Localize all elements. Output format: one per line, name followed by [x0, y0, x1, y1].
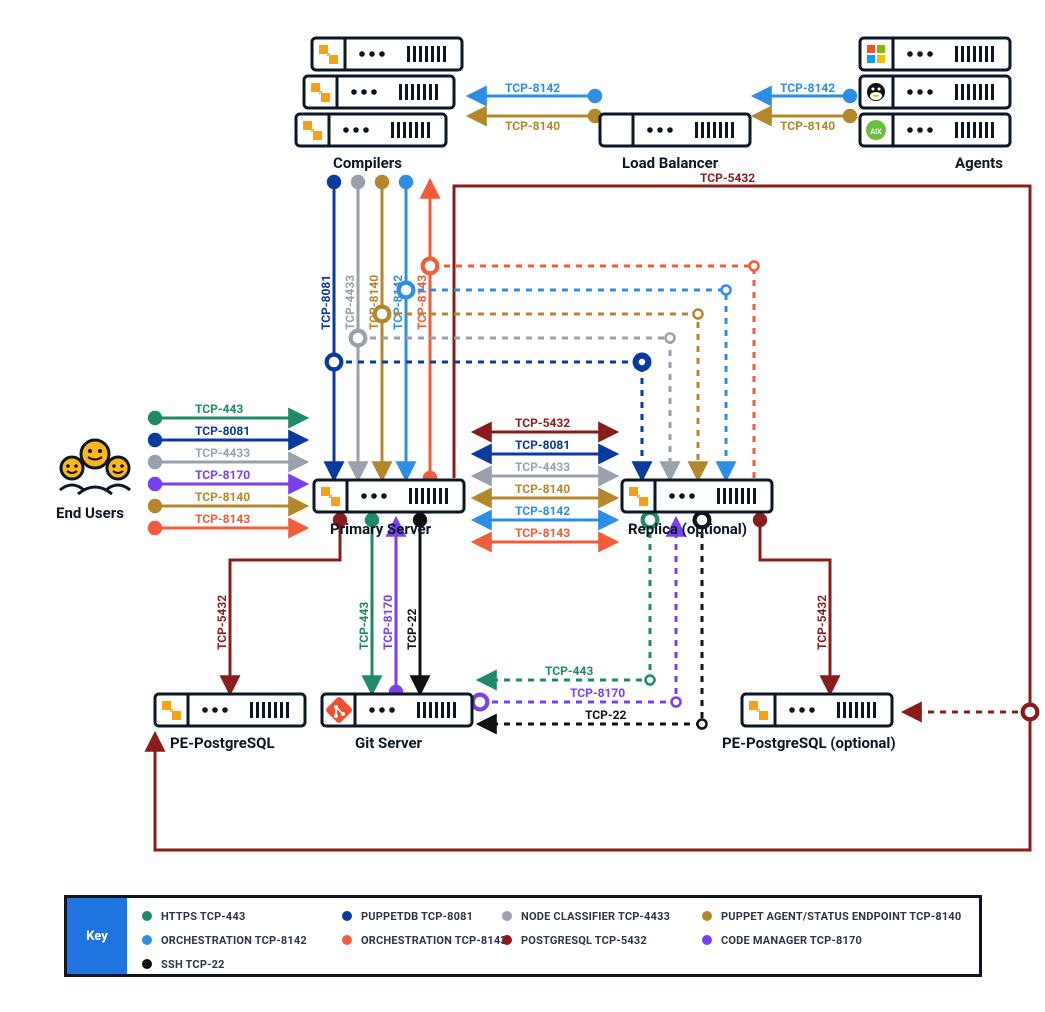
legend-item-label: SSH TCP-22 — [161, 958, 225, 971]
edge-label: TCP-8143 — [515, 526, 570, 540]
aix-icon: AIX — [866, 120, 886, 140]
pe-postgresql-left-node: PE-PostgreSQL — [155, 694, 305, 752]
pe-postgresql-right-node: PE-PostgreSQL (optional) — [722, 694, 896, 752]
edge-label: TCP-8081 — [515, 438, 570, 452]
edge-label: TCP-8142 — [505, 81, 560, 95]
end-users-node: End Users — [56, 440, 130, 522]
edge-label: TCP-5432 — [515, 416, 570, 430]
edge-label: TCP-22 — [585, 708, 626, 722]
legend-item-label: ORCHESTRATION TCP-8142 — [161, 934, 307, 947]
node-label: PE-PostgreSQL — [170, 734, 275, 752]
node-label: End Users — [56, 504, 124, 522]
edge-label: TCP-22 — [405, 609, 419, 650]
edge-label: TCP-8140 — [195, 490, 250, 504]
node-label: Agents — [955, 154, 1003, 172]
legend-item-label: POSTGRESQL TCP-5432 — [521, 934, 647, 947]
edge-label: TCP-4433 — [515, 460, 570, 474]
edge-label: TCP-8143 — [195, 512, 250, 526]
edge-label: TCP-8170 — [570, 686, 625, 700]
primary-server-node: Primary Server — [314, 480, 464, 538]
edge-label: TCP-4433 — [343, 275, 357, 330]
node-label: Compilers — [333, 154, 402, 172]
edge-label: TCP-8140 — [780, 119, 835, 133]
legend-item-label: NODE CLASSIFIER TCP-4433 — [521, 910, 670, 923]
compilers-node: Compilers — [296, 38, 462, 172]
node-label: Git Server — [355, 734, 423, 752]
legend-item-label: ORCHESTRATION TCP-8143 — [361, 934, 507, 947]
legend: Key HTTPS TCP-443PUPPETDB TCP-8081NODE C… — [64, 895, 982, 977]
edge-label: TCP-8081 — [319, 275, 333, 330]
legend-item-label: PUPPETDB TCP-8081 — [361, 910, 473, 923]
edge-label: TCP-8140 — [515, 482, 570, 496]
node-label: Load Balancer — [622, 154, 719, 172]
edge-label: TCP-5432 — [215, 595, 229, 650]
edge-label: TCP-443 — [195, 402, 243, 416]
linux-icon — [867, 83, 885, 101]
node-label: Replica (optional) — [628, 520, 747, 538]
edge-label: TCP-8170 — [381, 595, 395, 650]
svg-text:AIX: AIX — [870, 128, 882, 136]
edge-label: TCP-443 — [545, 664, 593, 678]
legend-item-label: HTTPS TCP-443 — [161, 910, 245, 923]
agents-node: AIX Agents — [860, 38, 1010, 172]
edge-label: TCP-8081 — [195, 424, 250, 438]
git-server-node: Git Server — [322, 694, 472, 752]
edge-label: TCP-8143 — [415, 275, 429, 330]
replica-node: Replica (optional) — [622, 480, 772, 538]
diagram-root: TCP-8142 TCP-8140 TCP-8142 TCP-8140 TCP-… — [0, 0, 1045, 1012]
edge-label: TCP-8142 — [780, 81, 835, 95]
edge-label: TCP-8140 — [505, 119, 560, 133]
legend-item-label: PUPPET AGENT/STATUS ENDPOINT TCP-8140 — [721, 910, 961, 923]
node-label: PE-PostgreSQL (optional) — [722, 734, 896, 752]
edges: TCP-8142 TCP-8140 TCP-8142 TCP-8140 TCP-… — [155, 81, 1030, 850]
edge-label: TCP-4433 — [195, 446, 250, 460]
load-balancer-node: Load Balancer — [600, 114, 750, 172]
node-label: Primary Server — [330, 520, 432, 538]
edge-label: TCP-8140 — [367, 275, 381, 330]
legend-item-label: CODE MANAGER TCP-8170 — [721, 934, 862, 947]
edge-label: TCP-5432 — [700, 171, 755, 185]
edge-label: TCP-5432 — [815, 595, 829, 650]
edge-label: TCP-8142 — [391, 275, 405, 330]
edge-label: TCP-8170 — [195, 468, 250, 482]
edge-label: TCP-443 — [357, 602, 371, 650]
edge-label: TCP-8142 — [515, 504, 570, 518]
